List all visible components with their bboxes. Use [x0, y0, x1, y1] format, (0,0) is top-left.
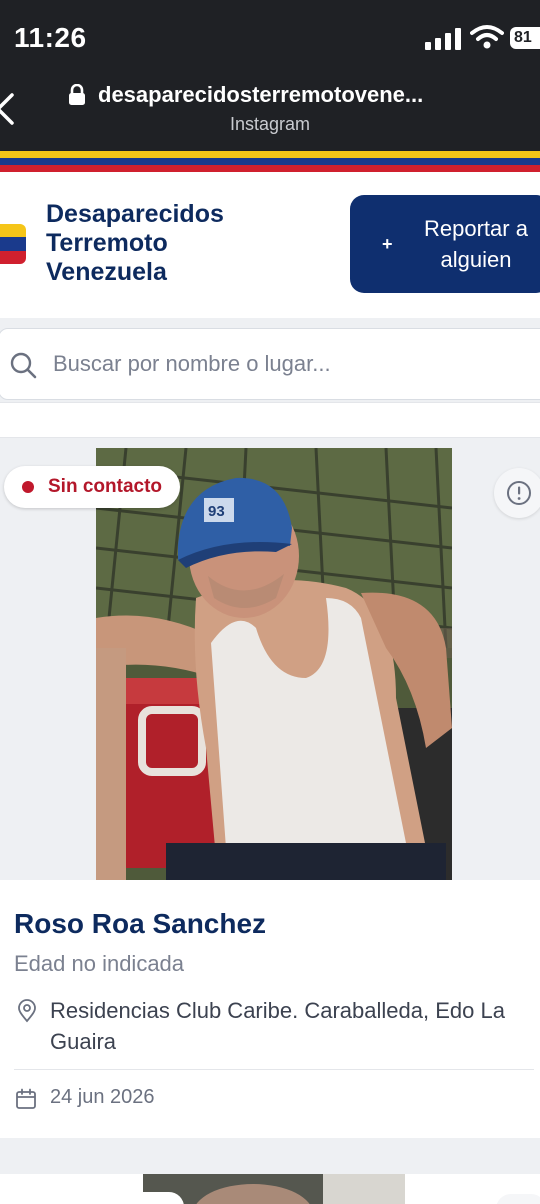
app-header: Desaparecidos Terremoto Venezuela + Repo… [0, 172, 540, 318]
venezuela-flag-icon [0, 224, 26, 264]
cellular-signal-icon [425, 28, 461, 50]
location-pin-icon [18, 999, 36, 1023]
browser-chrome: 11:26 81 desaparecidosterremotovene... I… [0, 0, 540, 151]
wifi-icon [470, 25, 504, 49]
status-badge-label: Sin contacto [48, 476, 163, 497]
card-divider [14, 1069, 534, 1070]
search-section: Buscar por nombre o lugar... [0, 318, 540, 448]
brand-line-2: Terremoto [46, 229, 168, 257]
screen: 11:26 81 desaparecidosterremotovene... I… [0, 0, 540, 1204]
status-badge: Sin contacto [4, 466, 181, 508]
person-photo[interactable]: 93 [96, 448, 452, 880]
battery-indicator: 81 [510, 27, 540, 49]
brand-line-3: Venezuela [46, 258, 167, 286]
info-icon [507, 481, 531, 505]
search-icon [10, 352, 37, 379]
next-person-card[interactable] [0, 1174, 540, 1204]
brand-title[interactable]: Desaparecidos Terremoto Venezuela [46, 200, 276, 287]
search-input[interactable]: Buscar por nombre o lugar... [0, 328, 540, 400]
report-button-label: Reportar a alguien [424, 216, 528, 272]
brand-line-1: Desaparecidos [46, 200, 224, 228]
status-dot-icon [22, 481, 34, 493]
flag-stripe [0, 151, 540, 172]
photo-area: 93 Sin contacto [0, 448, 540, 880]
address-bar[interactable]: desaparecidosterremotovene... [68, 80, 423, 110]
plus-icon: + [382, 233, 393, 254]
svg-text:93: 93 [208, 503, 225, 520]
person-name[interactable]: Roso Roa Sanchez [14, 908, 266, 940]
report-date: 24 jun 2026 [50, 1086, 155, 1108]
next-info-button[interactable] [496, 1194, 540, 1204]
person-card[interactable]: 93 Sin contacto Roso Roa Sanchez Edad no… [0, 448, 540, 1138]
url-text: desaparecidosterremotovene... [98, 82, 424, 107]
search-placeholder: Buscar por nombre o lugar... [53, 351, 331, 376]
person-age: Edad no indicada [14, 951, 185, 976]
report-person-button[interactable]: + Reportar a alguien [350, 195, 540, 293]
browser-source-label: Instagram [229, 114, 311, 134]
lock-icon [69, 84, 85, 105]
status-time: 11:26 [14, 22, 87, 53]
calendar-icon [16, 1088, 36, 1109]
person-location: Residencias Club Caribe. Caraballeda, Ed… [50, 998, 505, 1054]
next-status-badge [4, 1192, 184, 1204]
section-divider [0, 402, 540, 438]
info-button[interactable] [494, 468, 540, 518]
